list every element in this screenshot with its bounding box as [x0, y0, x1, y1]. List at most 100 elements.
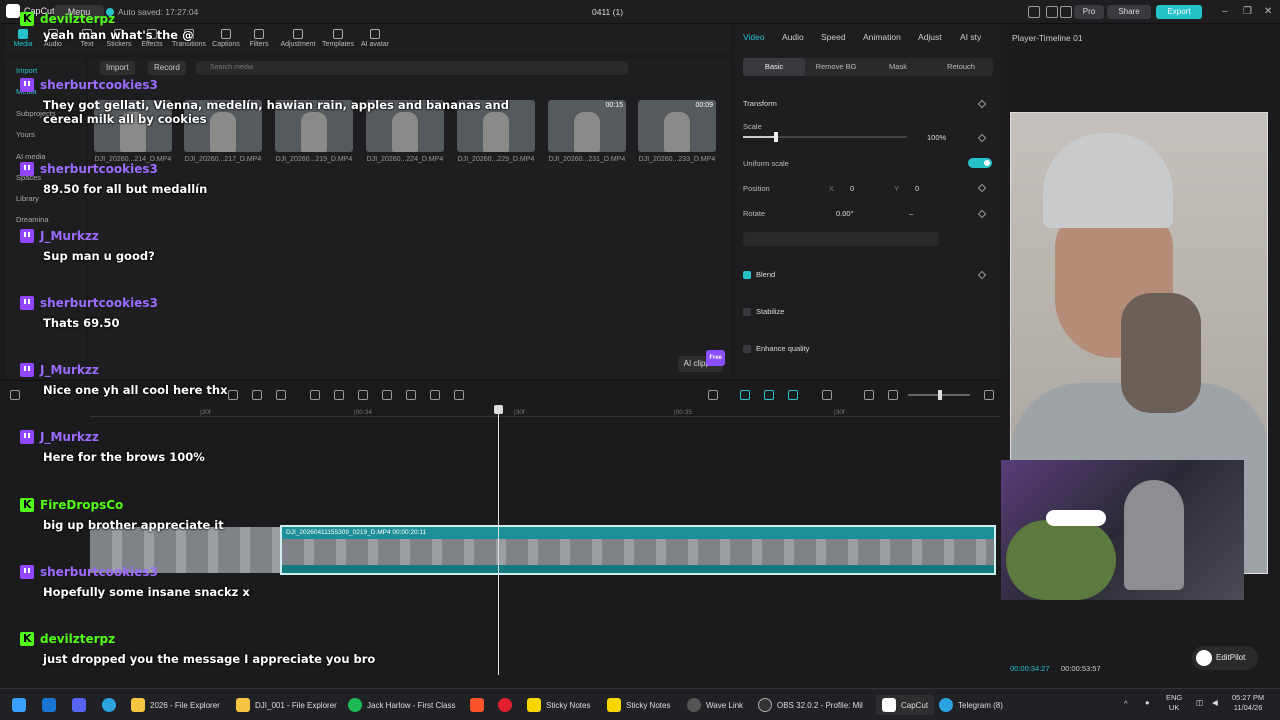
clock[interactable]: 05:27 PM 11/04/26	[1232, 693, 1264, 713]
stabilize-label[interactable]: Stabilize	[756, 307, 784, 316]
share-button[interactable]: Share	[1107, 5, 1151, 19]
tool-transitions[interactable]: Transitions	[172, 29, 206, 48]
mic-icon[interactable]: ●	[1145, 698, 1150, 708]
tab-audio[interactable]: Audio	[782, 32, 804, 42]
subtab-mask[interactable]: Mask	[867, 58, 929, 76]
magnet-icon[interactable]	[764, 390, 774, 400]
rotate-dial[interactable]: –	[909, 209, 913, 218]
tool-templates[interactable]: Templates	[320, 29, 356, 48]
taskbar-app[interactable]: Wave Link	[687, 695, 743, 715]
taskbar-outlook[interactable]	[42, 695, 56, 715]
pos-x-input[interactable]: 0	[850, 184, 854, 193]
playhead[interactable]	[494, 405, 503, 675]
taskbar-opera[interactable]	[498, 695, 512, 715]
tool-media[interactable]: Media	[6, 29, 40, 48]
align-toolbar[interactable]	[743, 232, 939, 246]
record-button[interactable]: Record	[148, 61, 186, 75]
keyframe-icon[interactable]	[977, 133, 987, 143]
scale-slider-knob[interactable]	[773, 132, 778, 142]
crop-icon[interactable]	[252, 390, 262, 400]
minimize-icon[interactable]: –	[1222, 6, 1228, 17]
taskbar-app[interactable]: OBS 32.0.2 - Profile: Mil	[758, 695, 863, 715]
taskbar-telegram[interactable]	[102, 695, 116, 715]
tool-stickers[interactable]: Stickers	[102, 29, 136, 48]
import-button[interactable]: Import	[100, 61, 135, 75]
scale-value[interactable]: 100%	[927, 133, 946, 142]
tool-adjustment[interactable]: Adjustment	[279, 29, 317, 48]
tab-ai-style[interactable]: AI sty	[960, 32, 981, 42]
sidebar-item-library[interactable]: Library	[16, 194, 39, 203]
taskbar-discord[interactable]	[72, 695, 86, 715]
taskbar-app-active[interactable]: CapCut	[876, 695, 935, 715]
tool-captions[interactable]: Captions	[209, 29, 243, 48]
preview-axis-icon[interactable]	[822, 390, 832, 400]
audio-split-icon[interactable]	[454, 390, 464, 400]
keyframe-icon[interactable]	[977, 270, 987, 280]
sidebar-item-import[interactable]: Import	[16, 66, 37, 75]
link-icon[interactable]	[740, 390, 750, 400]
enhance-label[interactable]: Enhance quality	[756, 344, 809, 353]
media-thumb[interactable]	[457, 100, 535, 152]
magic-icon[interactable]	[382, 390, 392, 400]
taskbar-app[interactable]: Sticky Notes	[527, 695, 590, 715]
taskbar-app[interactable]: Jack Harlow - First Class	[348, 695, 455, 715]
sidebar-item-yours[interactable]: Yours	[16, 130, 35, 139]
close-icon[interactable]: ✕	[1264, 6, 1272, 17]
sidebar-item-spaces[interactable]: Spaces	[16, 173, 41, 182]
zoom-in-icon[interactable]	[984, 390, 994, 400]
tool-ai-avatar[interactable]: AI avatar	[358, 29, 392, 48]
transform-label[interactable]: Transform	[743, 99, 777, 108]
tool-filters[interactable]: Filters	[242, 29, 276, 48]
start-button[interactable]	[12, 695, 26, 715]
search-input[interactable]: Search media	[196, 61, 628, 75]
tab-speed[interactable]: Speed	[821, 32, 846, 42]
stabilize-checkbox[interactable]	[743, 308, 751, 316]
media-thumb[interactable]: 00:09	[638, 100, 716, 152]
tab-video[interactable]: Video	[743, 32, 765, 42]
mirror-icon[interactable]	[430, 390, 440, 400]
add-track-icon[interactable]	[10, 390, 20, 400]
grid-icon[interactable]	[1046, 6, 1058, 18]
freeze-icon[interactable]	[406, 390, 416, 400]
tab-adjust[interactable]: Adjust	[918, 32, 942, 42]
snap-icon[interactable]	[788, 390, 798, 400]
taskbar-app[interactable]: Telegram (8)	[939, 695, 1003, 715]
sidebar-item-media[interactable]: Media	[16, 87, 36, 96]
keyframe-icon[interactable]	[977, 99, 987, 109]
keyframe-icon[interactable]	[977, 209, 987, 219]
tab-animation[interactable]: Animation	[863, 32, 901, 42]
pen-icon[interactable]	[276, 390, 286, 400]
taskbar-brave[interactable]	[470, 695, 484, 715]
fit-icon[interactable]	[864, 390, 874, 400]
subtab-remove-bg[interactable]: Remove BG	[805, 58, 867, 76]
tool-effects[interactable]: Effects	[135, 29, 169, 48]
tray-chevron-icon[interactable]: ^	[1124, 699, 1128, 709]
layout-icon[interactable]	[1028, 6, 1040, 18]
blend-label[interactable]: Blend	[756, 270, 775, 279]
export-button[interactable]: Export	[1156, 5, 1202, 19]
keyboard-icon[interactable]	[1060, 6, 1072, 18]
keyframe-icon[interactable]	[977, 183, 987, 193]
timeline-clip-selected[interactable]: DJI_20260411155309_0219_D.MP4 00:00:20:1…	[280, 525, 996, 575]
maximize-icon[interactable]: ❐	[1243, 6, 1252, 17]
pro-button[interactable]: Pro	[1074, 5, 1104, 19]
ai-clipper-button[interactable]: AI clipper Free	[677, 350, 725, 372]
taskbar-app[interactable]: DJI_001 - File Explorer	[236, 695, 337, 715]
tool-audio[interactable]: Audio	[36, 29, 70, 48]
person-icon[interactable]	[358, 390, 368, 400]
taskbar-app[interactable]: 2026 - File Explorer	[131, 695, 220, 715]
shield-icon[interactable]	[228, 390, 238, 400]
volume-icon[interactable]: ◀	[1212, 698, 1218, 708]
timeline-clip-prev[interactable]	[90, 527, 280, 573]
subtab-basic[interactable]: Basic	[743, 58, 805, 76]
blend-checkbox[interactable]	[743, 271, 751, 279]
pos-y-input[interactable]: 0	[915, 184, 919, 193]
sidebar-item-ai-media[interactable]: AI media	[16, 152, 46, 161]
enhance-checkbox[interactable]	[743, 345, 751, 353]
zoom-slider[interactable]	[908, 390, 970, 400]
zoom-knob[interactable]	[938, 390, 942, 400]
media-thumb[interactable]	[94, 100, 172, 152]
subtab-retouch[interactable]: Retouch	[929, 58, 993, 76]
media-thumb[interactable]	[184, 100, 262, 152]
scale-slider[interactable]	[743, 132, 907, 142]
